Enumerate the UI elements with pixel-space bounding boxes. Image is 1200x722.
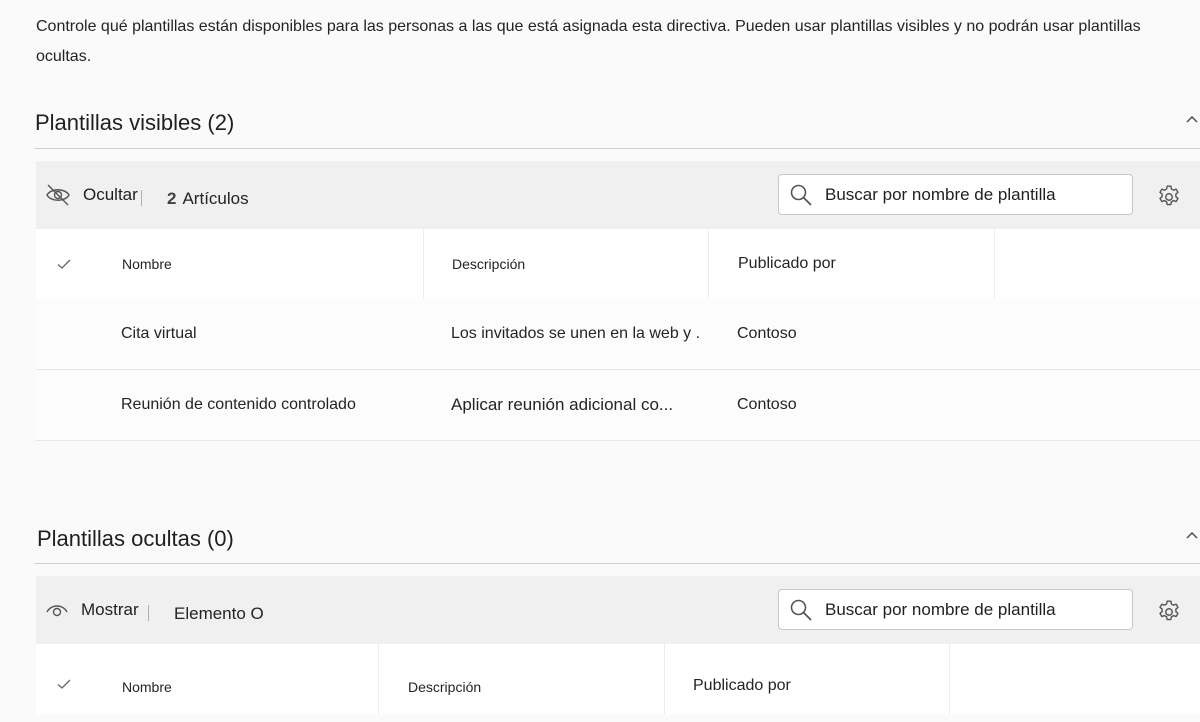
column-header-name[interactable]: Nombre bbox=[122, 229, 172, 299]
section-divider bbox=[34, 148, 1200, 149]
section-divider bbox=[34, 563, 1200, 564]
item-count: 2 Artículos bbox=[167, 189, 249, 209]
chevron-up-icon[interactable] bbox=[1186, 530, 1198, 542]
column-header-name[interactable]: Nombre bbox=[122, 652, 172, 722]
eye-icon bbox=[46, 605, 68, 617]
row-publisher: Contoso bbox=[737, 325, 797, 342]
visible-search-input[interactable] bbox=[825, 184, 1115, 205]
table-header: Nombre Descripción Publicado por bbox=[36, 644, 1200, 714]
column-divider bbox=[423, 229, 424, 299]
column-divider bbox=[994, 229, 995, 299]
column-header-publisher[interactable]: Publicado por bbox=[738, 229, 836, 299]
search-icon bbox=[790, 599, 812, 621]
table-header: Nombre Descripción Publicado por bbox=[36, 229, 1200, 299]
toolbar-separator bbox=[148, 605, 149, 621]
column-divider bbox=[664, 644, 665, 714]
show-button[interactable]: Mostrar bbox=[45, 576, 139, 644]
search-icon bbox=[790, 184, 812, 206]
chevron-up-icon[interactable] bbox=[1186, 114, 1198, 126]
row-description: Los invitados se unen en la web y . bbox=[451, 325, 701, 342]
select-all-checkmark-icon[interactable] bbox=[56, 256, 72, 272]
visible-section-title: Plantillas visibles (2) bbox=[35, 110, 235, 135]
column-divider bbox=[708, 229, 709, 299]
column-header-description[interactable]: Descripción bbox=[452, 229, 525, 299]
visible-search-box[interactable] bbox=[778, 174, 1133, 215]
column-header-publisher[interactable]: Publicado por bbox=[693, 651, 791, 721]
row-description: Aplicar reunión adicional co... bbox=[451, 395, 674, 414]
item-count: Elemento O bbox=[174, 604, 264, 623]
column-divider bbox=[949, 644, 950, 714]
gear-icon[interactable] bbox=[1156, 599, 1182, 625]
hidden-search-input[interactable] bbox=[825, 599, 1115, 620]
gear-icon[interactable] bbox=[1156, 184, 1182, 210]
table-row[interactable]: Cita virtual Los invitados se unen en la… bbox=[36, 299, 1200, 370]
intro-text: Controle qué plantillas están disponible… bbox=[36, 18, 1141, 65]
row-name: Cita virtual bbox=[121, 325, 197, 342]
visible-templates-table: Nombre Descripción Publicado por Cita vi… bbox=[36, 229, 1200, 441]
hidden-section-title: Plantillas ocultas (0) bbox=[37, 526, 234, 551]
eye-off-icon bbox=[46, 184, 70, 206]
visible-toolbar: Ocultar 2 Artículos bbox=[36, 161, 1200, 229]
column-divider bbox=[378, 644, 379, 714]
table-row[interactable]: Reunión de contenido controlado Aplicar … bbox=[36, 370, 1200, 441]
hidden-toolbar: Mostrar Elemento O bbox=[36, 576, 1200, 644]
toolbar-separator bbox=[141, 190, 142, 206]
hidden-templates-table: Nombre Descripción Publicado por bbox=[36, 644, 1200, 714]
column-header-description[interactable]: Descripción bbox=[408, 652, 481, 722]
item-count-number: 2 bbox=[167, 189, 177, 208]
hide-button-label: Ocultar bbox=[83, 185, 138, 204]
row-publisher: Contoso bbox=[737, 396, 797, 413]
hide-button[interactable]: Ocultar bbox=[45, 161, 138, 229]
item-count-label: Artículos bbox=[182, 189, 249, 208]
row-name: Reunión de contenido controlado bbox=[121, 396, 356, 413]
select-all-checkmark-icon[interactable] bbox=[56, 676, 72, 692]
hidden-search-box[interactable] bbox=[778, 589, 1133, 630]
show-button-label: Mostrar bbox=[81, 600, 139, 619]
